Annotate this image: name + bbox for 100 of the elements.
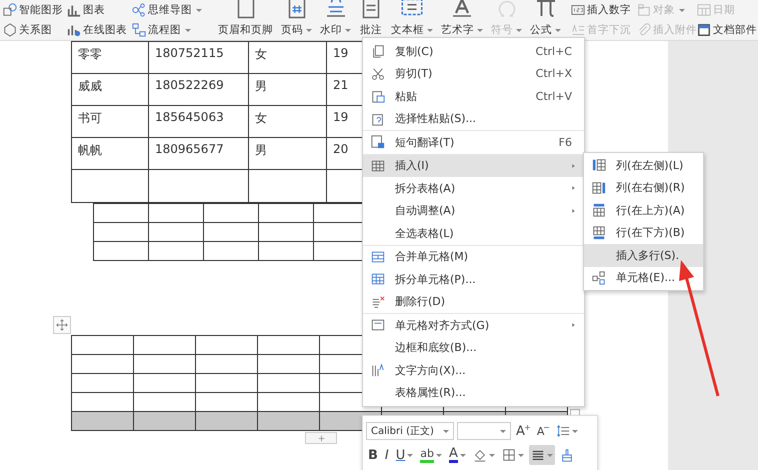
insert-row-icon <box>592 203 606 218</box>
menu-item[interactable]: 边框和底纹(B)... <box>363 336 584 359</box>
format-button[interactable]: A <box>514 421 532 441</box>
format-button[interactable]: A <box>534 421 552 441</box>
ribbon-button[interactable]: 水印 <box>316 0 355 37</box>
ribbon-button[interactable]: 公式 <box>526 0 565 37</box>
bar-chart-icon <box>67 23 81 37</box>
clipboard-icon <box>371 89 385 104</box>
format-button[interactable]: I <box>382 445 391 465</box>
format-button[interactable]: B <box>366 445 380 465</box>
plus-icon <box>524 424 530 430</box>
table-cell: 21 <box>333 78 348 92</box>
ribbon-button[interactable]: 在线图表 <box>67 23 127 37</box>
shortcut-text: F6 <box>558 136 572 149</box>
insert-row-icon <box>592 226 606 240</box>
table-icon <box>371 272 385 286</box>
table-cell: 男 <box>255 79 267 93</box>
menu-item[interactable]: 粘贴 Ctrl+V <box>363 85 584 108</box>
table-cell: 19 <box>333 110 348 124</box>
caret-icon <box>572 430 578 432</box>
menu-item[interactable]: 插入多行(S). <box>584 244 703 266</box>
shortcut-text: Ctrl+V <box>536 90 572 103</box>
clipboard-icon <box>371 112 385 126</box>
menu-item[interactable]: 自动调整(A) <box>363 200 584 222</box>
text-direction-icon <box>371 363 385 378</box>
table-cell: 185645063 <box>155 110 224 124</box>
menu-item[interactable]: 全选表格(L) <box>363 222 584 244</box>
ribbon-button[interactable]: 图表 <box>67 3 105 17</box>
paint-bucket-icon <box>472 448 487 462</box>
shortcut-text: Ctrl+X <box>536 67 572 80</box>
menu-item[interactable]: 插入(I) <box>363 154 584 177</box>
ribbon-button[interactable]: 文档部件 <box>697 23 758 37</box>
menu-item[interactable]: 拆分单元格(P)... <box>363 268 584 290</box>
format-button[interactable]: U <box>394 445 416 465</box>
menu-item[interactable]: 列(在左侧)(L) <box>584 154 703 176</box>
move-icon <box>56 319 68 331</box>
ribbon-button[interactable]: 关系图 <box>3 23 52 37</box>
align-icon <box>371 318 385 332</box>
minus-icon <box>544 426 550 428</box>
ribbon-button[interactable]: 艺术字 <box>437 0 487 37</box>
menu-item[interactable]: 文字方向(X)... <box>363 359 584 382</box>
table-cell: 书可 <box>78 111 102 125</box>
move-handle-icon[interactable] <box>53 316 71 334</box>
line-spacing-icon <box>556 424 570 438</box>
art-text-icon <box>450 0 474 19</box>
menu-item[interactable]: 复制(C) Ctrl+C <box>363 40 584 62</box>
caret-icon <box>460 454 466 456</box>
menu-item[interactable]: 表格属性(R)... <box>363 382 584 404</box>
ribbon-button[interactable]: 批注 <box>355 0 387 37</box>
font-name-dropdown[interactable]: Calibri (正文) <box>366 422 454 440</box>
ribbon-button[interactable]: 插入数字 <box>571 3 631 17</box>
ribbon-button[interactable]: 页眉和页脚 <box>214 0 277 37</box>
caret-icon <box>679 8 685 12</box>
submenu-arrow-icon <box>571 162 576 169</box>
menu-item[interactable]: 列(在右侧)(R) <box>584 176 703 199</box>
ribbon-button[interactable]: 页码 <box>277 0 316 37</box>
ribbon-button[interactable]: 智能图形 <box>3 3 63 17</box>
flowchart-icon <box>132 23 146 37</box>
menu-item[interactable]: 单元格(E)... <box>584 266 703 289</box>
delete-row-icon <box>371 294 385 309</box>
table-cell: 零零 <box>78 47 102 61</box>
caret-icon <box>345 28 351 32</box>
caret-icon <box>555 28 561 32</box>
document-icon <box>697 23 711 37</box>
borders-icon <box>502 448 516 462</box>
align-justify-icon <box>530 448 545 462</box>
menu-item[interactable]: 删除行(D) <box>363 290 584 313</box>
table-cell: 180522269 <box>155 78 224 92</box>
menu-item[interactable]: 短句翻译(T) F6 <box>363 131 584 154</box>
scissors-icon <box>371 66 385 81</box>
caret-icon <box>306 28 312 32</box>
table-cell: 180752115 <box>155 46 224 60</box>
ribbon-button[interactable]: 思维导图 <box>132 3 202 17</box>
caret-icon <box>436 454 442 456</box>
table-cell: 女 <box>255 47 267 61</box>
ribbon-button[interactable]: 文本框 <box>387 0 437 37</box>
shortcut-text: Ctrl+C <box>536 44 572 58</box>
cells-icon <box>592 270 606 285</box>
caret-icon <box>500 430 506 432</box>
object-icon <box>637 3 651 17</box>
menu-item[interactable]: 选择性粘贴(S)... <box>363 108 584 130</box>
insert-column-icon <box>592 180 606 195</box>
menu-item[interactable]: 行(在上方)(A) <box>584 199 703 222</box>
copy-icon <box>371 44 385 58</box>
menu-item[interactable]: 拆分表格(A) <box>363 177 584 200</box>
caret-icon <box>427 28 433 32</box>
table-cell: 帆帆 <box>78 143 102 157</box>
submenu-arrow-icon <box>571 185 576 192</box>
caret-icon <box>477 28 483 32</box>
format-button[interactable]: ab <box>418 445 444 465</box>
insert-column-icon <box>592 158 606 172</box>
format-button[interactable]: A <box>447 445 468 465</box>
menu-item[interactable]: 单元格对齐方式(G) <box>363 314 584 336</box>
ribbon-button[interactable]: 流程图 <box>132 23 191 37</box>
translate-icon <box>371 135 385 150</box>
menu-item[interactable]: 合并单元格(M) <box>363 246 584 268</box>
menu-item[interactable]: 剪切(T) Ctrl+X <box>363 62 584 85</box>
menu-item[interactable]: 行(在下方)(B) <box>584 222 703 244</box>
submenu-arrow-icon <box>571 208 576 214</box>
format-button[interactable] <box>528 445 555 465</box>
